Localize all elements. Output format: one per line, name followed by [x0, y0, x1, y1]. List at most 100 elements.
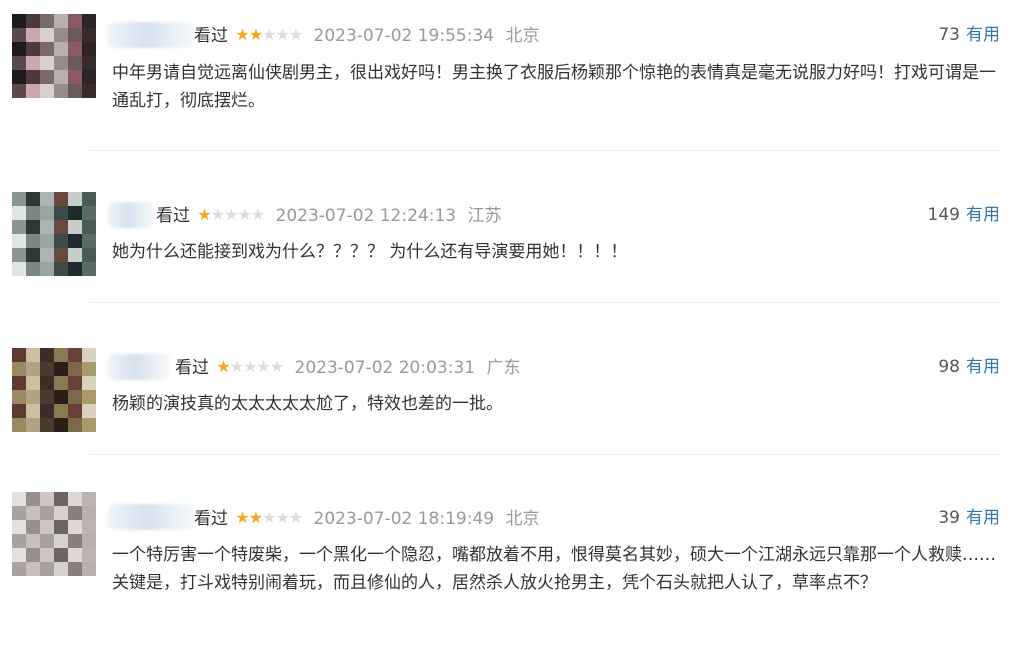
star-icon: ★	[235, 508, 249, 527]
star-icon: ★	[262, 508, 276, 527]
avatar-pixel	[26, 562, 40, 576]
avatar-pixel	[12, 362, 26, 376]
avatar-pixel	[54, 548, 68, 562]
useful-button[interactable]: 有用	[966, 508, 1000, 528]
avatar-pixel	[68, 70, 82, 84]
avatar-pixel	[12, 220, 26, 234]
star-icon: ★	[256, 357, 270, 376]
avatar-pixel	[82, 84, 96, 98]
review-location: 江苏	[467, 206, 502, 226]
avatar-pixel	[26, 548, 40, 562]
avatar-pixel	[82, 548, 96, 562]
watch-status: 看过	[175, 358, 209, 378]
avatar-pixel	[12, 262, 26, 276]
avatar-pixel	[82, 534, 96, 548]
avatar-pixel	[82, 562, 96, 576]
avatar-pixel	[68, 520, 82, 534]
avatar-pixel	[82, 192, 96, 206]
avatar-pixel	[12, 348, 26, 362]
avatar-pixel	[40, 248, 54, 262]
star-icon: ★	[248, 508, 263, 527]
review-text: 她为什么还能接到戏为什么？？？？ 为什么还有导演要用她！！！！	[112, 242, 628, 262]
avatar-pixel	[26, 534, 40, 548]
avatar-pixel	[40, 390, 54, 404]
avatar-pixel	[26, 220, 40, 234]
avatar-pixel	[40, 404, 54, 418]
avatar-pixel	[40, 418, 54, 432]
vote-count: 73	[938, 25, 960, 45]
avatar-pixel	[68, 562, 82, 576]
avatar-pixel	[82, 404, 96, 418]
avatar-pixel	[54, 376, 68, 390]
useful-button[interactable]: 有用	[966, 25, 1000, 45]
avatar-pixel	[68, 56, 82, 70]
avatar-pixel	[40, 534, 54, 548]
review-location: 北京	[505, 26, 540, 46]
avatar-pixel	[12, 492, 26, 506]
avatar-pixel	[82, 362, 96, 376]
avatar-pixel	[40, 84, 54, 98]
avatar-pixel	[26, 206, 40, 220]
username-blurred[interactable]	[108, 504, 194, 530]
review-text: 杨颖的演技真的太太太太太尬了，特效也差的一批。	[112, 394, 503, 414]
avatar-pixel	[68, 348, 82, 362]
avatar-pixel	[26, 14, 40, 28]
avatar-pixel	[26, 70, 40, 84]
vote-area: 149 有用	[928, 203, 1000, 227]
avatar-pixel	[68, 262, 82, 276]
avatar-pixel	[54, 28, 68, 42]
avatar-pixel	[26, 42, 40, 56]
avatar[interactable]	[12, 492, 96, 576]
avatar-pixel	[40, 492, 54, 506]
username-blurred[interactable]	[108, 354, 170, 380]
avatar-pixel	[68, 548, 82, 562]
username-blurred[interactable]	[108, 202, 154, 228]
avatar-pixel	[40, 234, 54, 248]
avatar-pixel	[26, 56, 40, 70]
rating-stars: ★★★★★	[235, 23, 303, 47]
avatar-pixel	[40, 192, 54, 206]
avatar-pixel	[26, 492, 40, 506]
avatar-pixel	[40, 262, 54, 276]
useful-button[interactable]: 有用	[966, 357, 1000, 377]
avatar-pixel	[68, 390, 82, 404]
avatar[interactable]	[12, 192, 96, 276]
avatar-pixel	[54, 248, 68, 262]
review-meta: 看过 ★★★★★ 2023-07-02 20:03:31 广东	[175, 355, 521, 379]
avatar-pixel	[12, 418, 26, 432]
avatar-pixel	[26, 376, 40, 390]
avatar-pixel	[54, 562, 68, 576]
vote-count: 98	[938, 357, 960, 377]
star-icon: ★	[288, 508, 303, 527]
avatar-pixel	[82, 418, 96, 432]
review-meta: 看过 ★★★★★ 2023-07-02 12:24:13 江苏	[156, 203, 502, 227]
avatar-pixel	[12, 56, 26, 70]
avatar-pixel	[82, 492, 96, 506]
avatar-pixel	[54, 70, 68, 84]
avatar-pixel	[54, 534, 68, 548]
vote-area: 73 有用	[938, 23, 1000, 47]
vote-count: 149	[927, 205, 960, 225]
star-icon: ★	[197, 205, 211, 224]
avatar-pixel	[12, 390, 26, 404]
avatar-pixel	[26, 192, 40, 206]
username-blurred[interactable]	[108, 22, 194, 48]
avatar-pixel	[82, 234, 96, 248]
avatar-pixel	[40, 70, 54, 84]
star-icon: ★	[235, 25, 249, 44]
useful-button[interactable]: 有用	[966, 205, 1000, 225]
avatar-pixel	[12, 506, 26, 520]
vote-count: 39	[938, 508, 960, 528]
watch-status: 看过	[194, 26, 228, 46]
avatar[interactable]	[12, 348, 96, 432]
avatar-pixel	[68, 404, 82, 418]
avatar-pixel	[68, 506, 82, 520]
avatar[interactable]	[12, 14, 96, 98]
star-icon: ★	[224, 205, 238, 224]
avatar-pixel	[40, 520, 54, 534]
avatar-pixel	[54, 362, 68, 376]
avatar-pixel	[26, 506, 40, 520]
rating-stars: ★★★★★	[197, 203, 265, 227]
avatar-pixel	[82, 390, 96, 404]
avatar-pixel	[82, 248, 96, 262]
